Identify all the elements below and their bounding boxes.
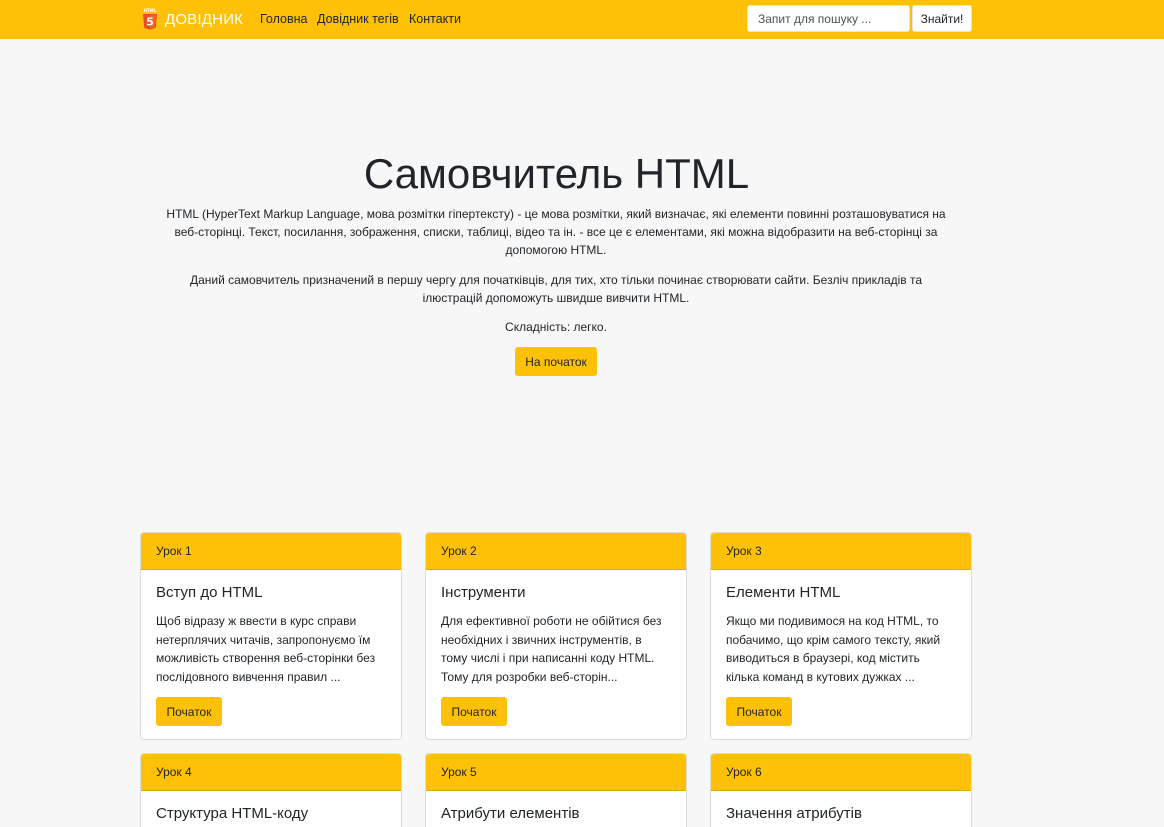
lesson-card-header: Урок 4 bbox=[141, 754, 401, 791]
lesson-card-title[interactable]: Атрибути елементів bbox=[441, 805, 580, 822]
lesson-start-button[interactable]: Початок bbox=[441, 697, 507, 726]
nav-link-contacts[interactable]: Контакти bbox=[409, 11, 461, 27]
lesson-card-header: Урок 5 bbox=[426, 754, 686, 791]
lesson-card-text: Щоб відразу ж ввести в курс справи нетер… bbox=[156, 614, 376, 684]
lesson-card-4: Урок 4 Структура HTML-коду bbox=[140, 753, 402, 827]
page-title: Самовчитель HTML bbox=[363, 150, 750, 197]
lesson-start-button[interactable]: Початок bbox=[726, 697, 792, 726]
nav-link-home[interactable]: Головна bbox=[260, 11, 308, 27]
lesson-card-text: Для ефективної роботи не обійтися без не… bbox=[441, 614, 662, 684]
lesson-card-header: Урок 1 bbox=[141, 533, 401, 570]
logo-label: HTML bbox=[144, 8, 157, 13]
lesson-card-header: Урок 2 bbox=[426, 533, 686, 570]
lesson-card-6: Урок 6 Значення атрибутів bbox=[710, 753, 972, 827]
lesson-card-1: Урок 1 Вступ до HTML Щоб відразу ж ввест… bbox=[140, 532, 402, 740]
lesson-card-title[interactable]: Значення атрибутів bbox=[726, 805, 862, 822]
search-input[interactable] bbox=[747, 5, 910, 32]
lesson-card-title[interactable]: Елементи HTML bbox=[726, 584, 840, 601]
logo-number: 5 bbox=[146, 16, 154, 29]
html5-logo-icon: HTML 5 bbox=[143, 8, 157, 30]
brand-text: ДОВІДНИК bbox=[165, 10, 244, 28]
lesson-start-button[interactable]: Початок bbox=[156, 697, 222, 726]
audience-paragraph: Даний самовчитель призначений в першу че… bbox=[189, 273, 923, 305]
nav-link-tags-reference[interactable]: Довідник тегів bbox=[317, 11, 399, 27]
lesson-card-header: Урок 3 bbox=[711, 533, 971, 570]
top-navbar: HTML 5 ДОВІДНИК Головна Довідник тегів К… bbox=[0, 0, 1164, 39]
search-button[interactable]: Знайти! bbox=[912, 5, 972, 32]
intro-paragraph: HTML (HyperText Markup Language, мова ро… bbox=[166, 207, 946, 257]
difficulty-text: Складність: легко. bbox=[505, 320, 607, 334]
lesson-card-text: Якщо ми подивимося на код HTML, то побач… bbox=[726, 614, 941, 684]
lesson-card-3: Урок 3 Елементи HTML Якщо ми подивимося … bbox=[710, 532, 972, 740]
lesson-card-header: Урок 6 bbox=[711, 754, 971, 791]
lesson-card-title[interactable]: Інструменти bbox=[441, 584, 526, 601]
start-button[interactable]: На початок bbox=[515, 347, 597, 376]
brand-link[interactable]: HTML 5 ДОВІДНИК bbox=[142, 8, 243, 30]
lesson-card-2: Урок 2 Інструменти Для ефективної роботи… bbox=[425, 532, 687, 740]
lesson-card-5: Урок 5 Атрибути елементів bbox=[425, 753, 687, 827]
lesson-card-title[interactable]: Вступ до HTML bbox=[156, 584, 262, 601]
lesson-card-title[interactable]: Структура HTML-коду bbox=[156, 805, 308, 822]
